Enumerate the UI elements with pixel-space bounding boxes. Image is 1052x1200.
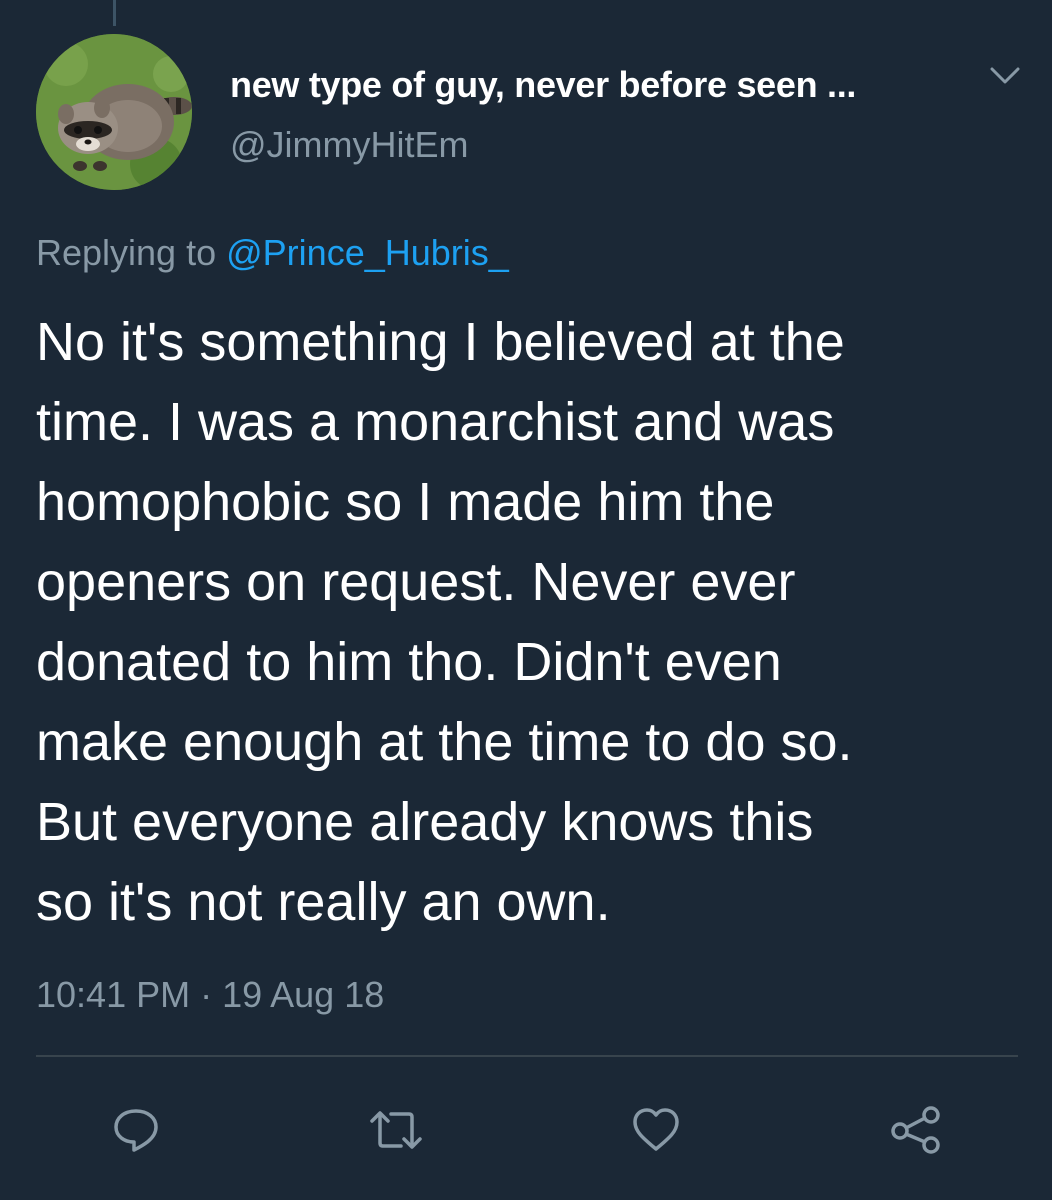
tweet-text-line: time. I was a monarchist and was — [36, 392, 835, 452]
chevron-down-icon — [990, 67, 1020, 84]
share-icon — [891, 1106, 940, 1154]
heart-icon — [633, 1108, 679, 1151]
tweet-menu-button[interactable] — [988, 64, 1022, 88]
thread-connector-line — [113, 0, 116, 26]
retweet-button[interactable] — [366, 1100, 426, 1160]
replying-to: Replying to @Prince_Hubris_ — [36, 232, 509, 274]
reply-button[interactable] — [106, 1100, 166, 1160]
tweet-timestamp[interactable]: 10:41 PM · 19 Aug 18 — [36, 974, 384, 1016]
author-handle[interactable]: @JimmyHitEm — [230, 124, 469, 166]
tweet-text-line: donated to him tho. Didn't even — [36, 632, 782, 692]
tweet-text-line: But everyone already knows this — [36, 792, 814, 852]
tweet-text: No it's something I believed at the time… — [36, 302, 1026, 942]
retweet-icon — [370, 1111, 422, 1149]
raccoon-avatar-icon — [36, 34, 192, 190]
speech-bubble-icon — [114, 1109, 158, 1152]
tweet-text-line: openers on request. Never ever — [36, 552, 796, 612]
divider — [36, 1055, 1018, 1057]
replying-to-prefix: Replying to — [36, 232, 217, 273]
like-button[interactable] — [626, 1100, 686, 1160]
reply-mention-link[interactable]: @Prince_Hubris_ — [226, 232, 509, 273]
share-button[interactable] — [886, 1100, 946, 1160]
tweet-text-line: make enough at the time to do so. — [36, 712, 853, 772]
author-display-name[interactable]: new type of guy, never before seen ... — [230, 64, 856, 106]
tweet-text-line: No it's something I believed at the — [36, 312, 845, 372]
avatar[interactable] — [36, 34, 192, 190]
tweet-text-line: homophobic so I made him the — [36, 472, 775, 532]
tweet-text-line: so it's not really an own. — [36, 872, 611, 932]
